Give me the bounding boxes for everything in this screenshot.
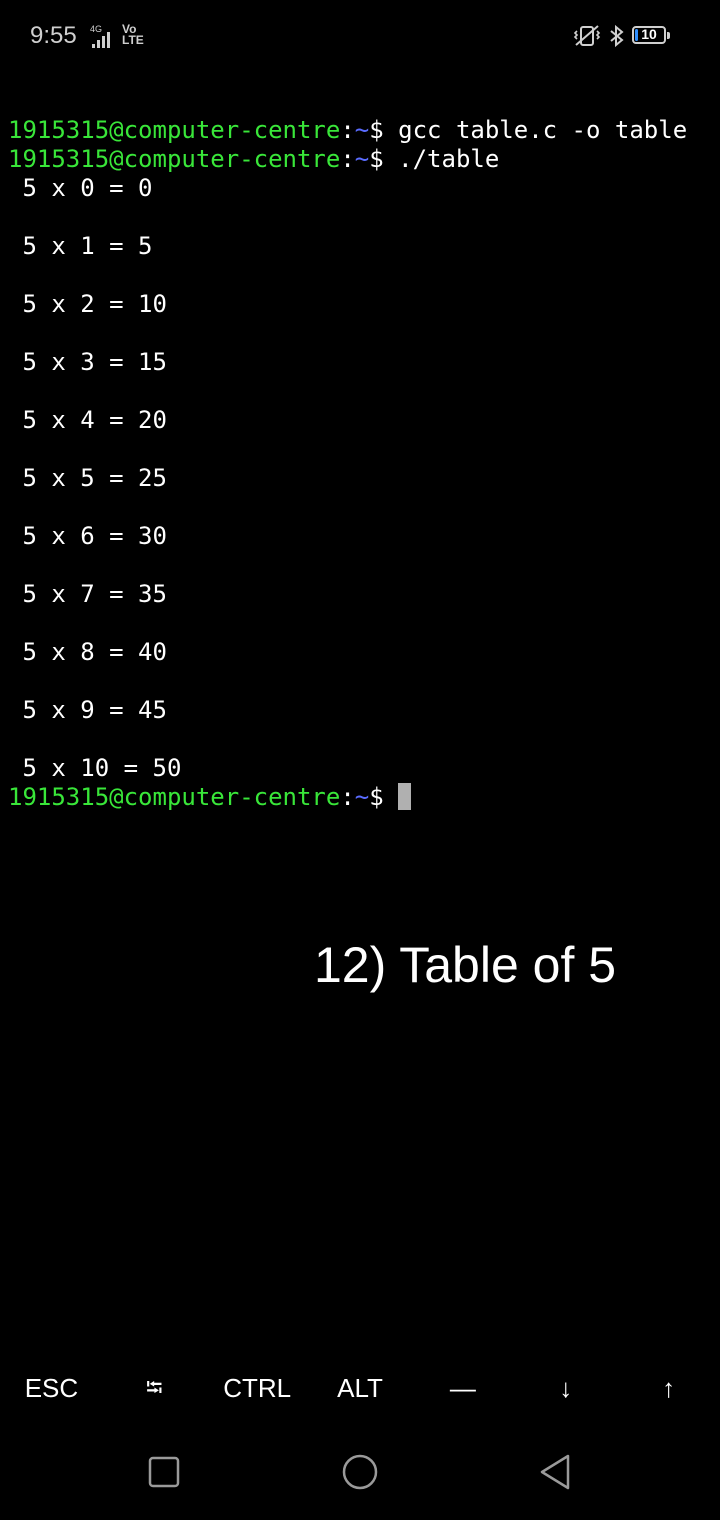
prompt-colon: : xyxy=(340,116,355,144)
prompt-directory: ~ xyxy=(354,783,370,811)
prompt-user: 1915315@computer-centre xyxy=(8,116,341,144)
output-line: 5 x 5 = 25 xyxy=(8,464,167,492)
command-text: gcc table.c -o table xyxy=(398,116,688,144)
output-line: 5 x 2 = 10 xyxy=(8,290,167,318)
status-bar: 9:55 4G Vo LTE 10 xyxy=(0,0,720,72)
prompt-symbol: $ xyxy=(369,783,399,811)
prompt-user: 1915315@computer-centre xyxy=(8,145,341,173)
volte-label: Vo LTE xyxy=(122,22,144,47)
network-type-label: 4G xyxy=(90,24,103,34)
prompt-colon: : xyxy=(340,783,355,811)
prompt-colon: : xyxy=(340,145,355,173)
ctrl-key[interactable]: CTRL xyxy=(206,1358,309,1420)
status-icons: 10 xyxy=(572,22,692,50)
bluetooth-icon xyxy=(610,24,624,48)
signal-icon: 4G Vo LTE xyxy=(84,22,148,50)
vibrate-icon xyxy=(573,25,601,46)
navigation-bar xyxy=(0,1430,720,1520)
output-line: 5 x 10 = 50 xyxy=(8,754,182,782)
prompt-user: 1915315@computer-centre xyxy=(8,783,341,811)
home-button[interactable] xyxy=(340,1452,380,1492)
caption-text: 12) Table of 5 xyxy=(314,937,617,993)
battery-level: 10 xyxy=(641,26,657,42)
prompt-line: 1915315@computer-centre:~$ gcc table.c -… xyxy=(8,116,712,145)
down-arrow-key[interactable]: ↓ xyxy=(514,1358,617,1420)
clock: 9:55 xyxy=(30,22,77,49)
recents-button[interactable] xyxy=(146,1452,182,1492)
tab-key[interactable]: ⭾ xyxy=(103,1358,206,1420)
prompt-line: 1915315@computer-centre:~$ ./table xyxy=(8,145,712,174)
output-line: 5 x 7 = 35 xyxy=(8,580,167,608)
output-line: 5 x 0 = 0 xyxy=(8,174,153,202)
up-arrow-key[interactable]: ↑ xyxy=(617,1358,720,1420)
output-line: 5 x 1 = 5 xyxy=(8,232,153,260)
terminal-cursor xyxy=(398,783,412,810)
terminal-output[interactable]: 1915315@computer-centre:~$ gcc table.c -… xyxy=(8,116,712,812)
output-line: 5 x 4 = 20 xyxy=(8,406,167,434)
output-line: 5 x 9 = 45 xyxy=(8,696,167,724)
dash-key[interactable]: — xyxy=(411,1358,514,1420)
prompt-symbol: $ xyxy=(369,145,399,173)
output-line: 5 x 8 = 40 xyxy=(8,638,167,666)
output-line: 5 x 6 = 30 xyxy=(8,522,167,550)
output-line: 5 x 3 = 15 xyxy=(8,348,167,376)
battery-icon: 10 xyxy=(632,26,670,44)
prompt-directory: ~ xyxy=(354,116,370,144)
command-text: ./table xyxy=(398,145,500,173)
prompt-line: 1915315@computer-centre:~$ xyxy=(8,783,712,812)
esc-key[interactable]: ESC xyxy=(0,1358,103,1420)
extra-keys-bar: ESC ⭾ CTRL ALT — ↓ ↑ xyxy=(0,1358,720,1420)
prompt-directory: ~ xyxy=(354,145,370,173)
alt-key[interactable]: ALT xyxy=(309,1358,412,1420)
prompt-symbol: $ xyxy=(369,116,399,144)
back-button[interactable] xyxy=(536,1452,576,1492)
